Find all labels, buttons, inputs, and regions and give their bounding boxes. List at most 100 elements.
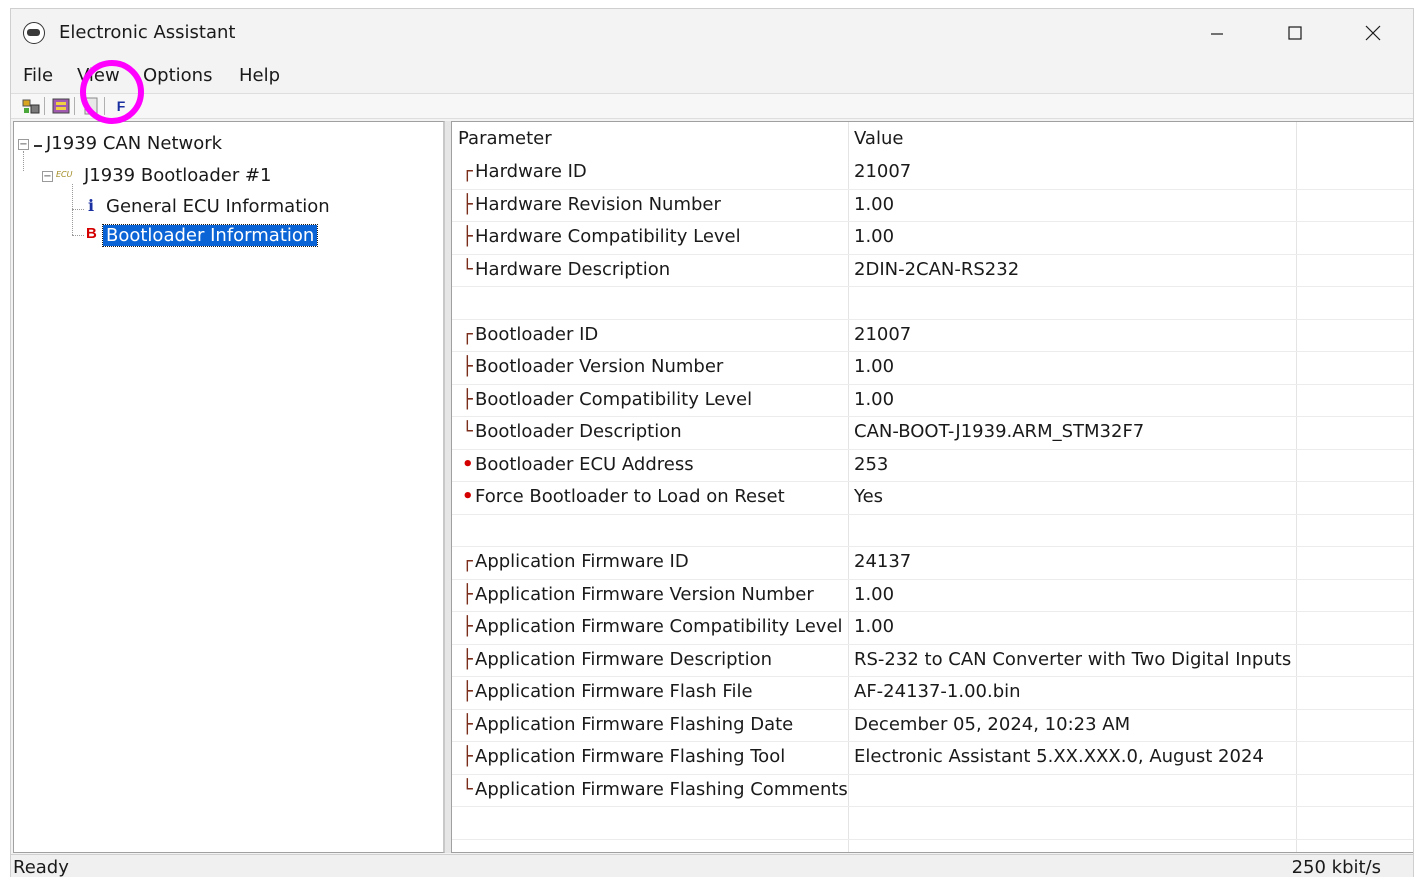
- ecu-badge-icon: ECU: [56, 170, 73, 179]
- column-header-parameter[interactable]: Parameter: [458, 128, 552, 149]
- value-cell[interactable]: CAN-BOOT-J1939.ARM_STM32F7: [854, 421, 1144, 442]
- table-row[interactable]: └ Hardware Description 2DIN-2CAN-RS232: [452, 255, 1413, 287]
- table-row[interactable]: ┌ Bootloader ID 21007: [452, 320, 1413, 352]
- parameter-cell: ├ Bootloader Version Number: [462, 356, 723, 377]
- table-row[interactable]: [452, 807, 1413, 840]
- collapse-ecu-icon[interactable]: −: [42, 171, 53, 182]
- tree-node-ecu[interactable]: J1939 Bootloader #1: [84, 165, 271, 186]
- parameter-cell: ┌ Hardware ID: [462, 161, 587, 182]
- parameter-label: Application Firmware Flash File: [475, 681, 753, 702]
- group-bracket-icon: ├: [462, 616, 473, 637]
- value-cell[interactable]: 21007: [854, 161, 911, 182]
- status-text: Ready: [13, 857, 69, 877]
- close-button[interactable]: [1337, 9, 1409, 57]
- value-cell[interactable]: 253: [854, 454, 888, 475]
- table-row[interactable]: ┌ Application Firmware ID 24137: [452, 547, 1413, 580]
- maximize-button[interactable]: [1259, 9, 1331, 57]
- parameter-cell: ├ Application Firmware Flashing Tool: [462, 746, 785, 767]
- menu-bar: File View Options Help: [11, 61, 1413, 91]
- parameter-cell: └ Hardware Description: [462, 259, 670, 280]
- parameter-cell: └ Application Firmware Flashing Comments: [462, 779, 848, 800]
- parameter-cell: ├ Application Firmware Compatibility Leve…: [462, 616, 843, 637]
- table-row[interactable]: ├ Bootloader Compatibility Level 1.00: [452, 385, 1413, 417]
- value-cell[interactable]: December 05, 2024, 10:23 AM: [854, 714, 1130, 735]
- table-row[interactable]: [452, 287, 1413, 320]
- value-cell[interactable]: Yes: [854, 486, 883, 507]
- bootloader-icon: [52, 98, 70, 114]
- bootloader-button[interactable]: [51, 96, 71, 116]
- menu-options[interactable]: Options: [143, 65, 212, 86]
- value-cell[interactable]: 1.00: [854, 389, 894, 410]
- table-row[interactable]: ├ Application Firmware Description RS-232 …: [452, 645, 1413, 677]
- value-cell[interactable]: 1.00: [854, 226, 894, 247]
- value-cell[interactable]: 1.00: [854, 616, 894, 637]
- table-row[interactable]: ├ Hardware Revision Number 1.00: [452, 190, 1413, 222]
- flash-firmware-button[interactable]: F: [111, 96, 131, 116]
- value-cell[interactable]: RS-232 to CAN Converter with Two Digital…: [854, 649, 1291, 670]
- value-cell[interactable]: Electronic Assistant 5.XX.XXX.0, August …: [854, 746, 1264, 767]
- table-row[interactable]: •Force Bootloader to Load on Reset Yes: [452, 482, 1413, 515]
- parameter-label: Application Firmware Flashing Comments: [475, 778, 848, 800]
- value-cell[interactable]: AF-24137-1.00.bin: [854, 681, 1021, 702]
- table-row[interactable]: └ Bootloader Description CAN-BOOT-J1939.AR…: [452, 417, 1413, 450]
- table-row[interactable]: ├ Application Firmware Version Number 1.00: [452, 580, 1413, 612]
- parameter-cell: [462, 811, 475, 832]
- connect-icon: [22, 99, 40, 114]
- group-bracket-icon: ├: [462, 356, 473, 377]
- flash-icon: F: [116, 98, 126, 114]
- group-bracket-icon: ┌: [462, 323, 473, 345]
- parameter-label: Hardware Compatibility Level: [475, 226, 741, 247]
- table-row[interactable]: ├ Application Firmware Flashing Date Decem…: [452, 710, 1413, 742]
- parameter-label: Bootloader ECU Address: [475, 453, 694, 475]
- value-cell[interactable]: 1.00: [854, 584, 894, 605]
- group-bracket-icon: ├: [462, 226, 473, 247]
- table-row[interactable]: ├ Hardware Compatibility Level 1.00: [452, 222, 1413, 255]
- menu-view[interactable]: View: [77, 65, 120, 86]
- group-bracket-icon: ├: [462, 713, 473, 735]
- bitrate-indicator: 250 kbit/s: [1291, 857, 1381, 877]
- collapse-network-icon[interactable]: −: [18, 139, 29, 150]
- table-row[interactable]: [452, 515, 1413, 547]
- table-row[interactable]: •Bootloader ECU Address 253: [452, 450, 1413, 482]
- parameter-label: Hardware Description: [475, 258, 671, 280]
- group-bracket-icon: ├: [462, 648, 473, 670]
- value-cell[interactable]: 2DIN-2CAN-RS232: [854, 259, 1019, 280]
- bootloader-b-icon: B: [86, 225, 97, 242]
- table-row[interactable]: ├ Application Firmware Compatibility Leve…: [452, 612, 1413, 645]
- column-header-value[interactable]: Value: [854, 128, 903, 149]
- value-cell[interactable]: 1.00: [854, 356, 894, 377]
- tree-node-general-ecu-info[interactable]: General ECU Information: [106, 196, 330, 217]
- info-icon: i: [88, 196, 95, 215]
- tree-node-bootloader-info[interactable]: Bootloader Information: [101, 224, 319, 247]
- group-bracket-icon: └: [462, 778, 473, 800]
- group-bracket-icon: └: [462, 258, 473, 280]
- table-row[interactable]: └ Application Firmware Flashing Comments: [452, 775, 1413, 807]
- value-cell[interactable]: 24137: [854, 551, 911, 572]
- value-cell[interactable]: 21007: [854, 324, 911, 345]
- required-dot-icon: •: [462, 453, 474, 475]
- group-bracket-icon: ├: [462, 746, 473, 767]
- table-row[interactable]: ├ Application Firmware Flashing Tool Elect…: [452, 742, 1413, 775]
- group-bracket-icon: ├: [462, 681, 473, 702]
- document-icon: [84, 97, 98, 115]
- table-row[interactable]: ├ Application Firmware Flash File AF-24137…: [452, 677, 1413, 710]
- parameter-label: Application Firmware Version Number: [475, 583, 814, 605]
- menu-help[interactable]: Help: [239, 65, 280, 86]
- parameter-cell: ├ Application Firmware Version Number: [462, 584, 814, 605]
- value-cell[interactable]: 1.00: [854, 194, 894, 215]
- parameter-label: Bootloader Version Number: [475, 356, 724, 377]
- table-row[interactable]: ┌ Hardware ID 21007: [452, 157, 1413, 190]
- main-window: Electronic Assistant File View Options H…: [10, 8, 1414, 877]
- parameter-label: Application Firmware Flashing Date: [475, 713, 794, 735]
- minimize-button[interactable]: [1181, 9, 1253, 57]
- parameter-cell: ├ Hardware Revision Number: [462, 194, 721, 215]
- connect-button[interactable]: [21, 96, 41, 116]
- parameter-cell: ├ Application Firmware Flash File: [462, 681, 753, 702]
- tree-node-network[interactable]: J1939 CAN Network: [46, 133, 222, 154]
- parameter-cell: ├ Bootloader Compatibility Level: [462, 389, 752, 410]
- document-button[interactable]: [81, 96, 101, 116]
- parameter-label: Application Firmware Flashing Tool: [475, 746, 786, 767]
- menu-file[interactable]: File: [23, 65, 53, 86]
- property-grid: Parameter Value ┌ Hardware ID 21007 ├ Hardwa…: [451, 121, 1413, 853]
- table-row[interactable]: ├ Bootloader Version Number 1.00: [452, 352, 1413, 385]
